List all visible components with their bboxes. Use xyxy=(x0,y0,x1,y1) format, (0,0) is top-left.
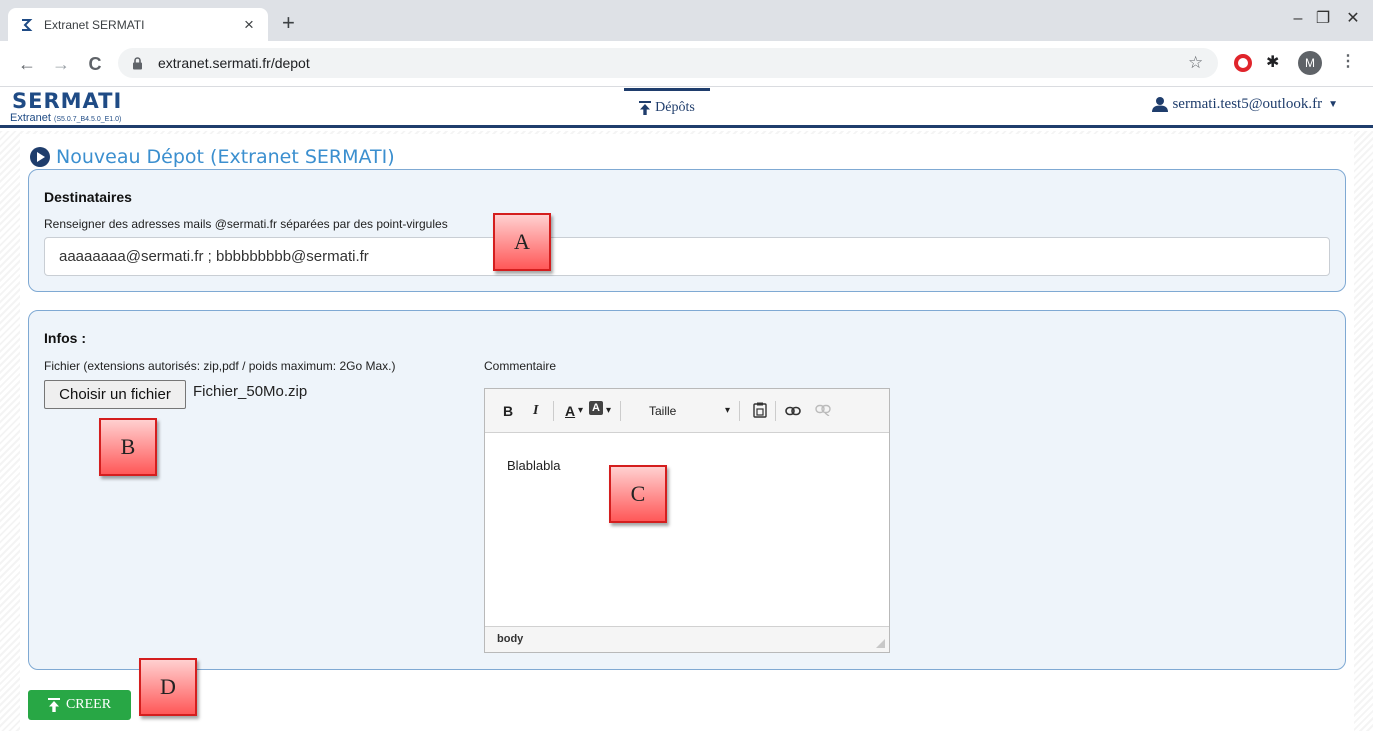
link-icon[interactable] xyxy=(785,402,801,420)
lock-icon xyxy=(132,56,146,70)
sermati-logo[interactable]: SERMATI xyxy=(12,90,122,112)
app-name: Extranet xyxy=(10,112,51,124)
new-tab-icon[interactable]: + xyxy=(282,12,295,34)
chevron-down-icon: ▾ xyxy=(606,405,612,416)
paste-icon[interactable] xyxy=(753,402,767,422)
file-label: Fichier (extensions autorisés: zip,pdf /… xyxy=(44,359,396,373)
upload-icon xyxy=(639,101,652,115)
editor-text: Blablabla xyxy=(507,458,561,473)
create-button[interactable]: CREER xyxy=(28,690,131,720)
selected-file-name: Fichier_50Mo.zip xyxy=(193,383,308,400)
callout-a: A xyxy=(493,213,551,271)
callout-d: D xyxy=(139,658,197,716)
infos-title: Infos : xyxy=(44,330,86,346)
user-icon xyxy=(1152,97,1169,112)
profile-avatar[interactable]: M xyxy=(1298,51,1322,75)
opera-extension-icon[interactable] xyxy=(1234,54,1252,72)
recipients-input[interactable] xyxy=(44,237,1330,276)
chevron-down-icon: ▾ xyxy=(578,405,584,416)
editor-content-area[interactable]: Blablabla xyxy=(485,434,889,625)
app-subtitle: Extranet (S5.0.7_B4.5.0_E1.0) xyxy=(10,112,121,124)
nav-depots-label: Dépôts xyxy=(655,100,695,115)
browser-tab[interactable]: Extranet SERMATI × xyxy=(8,8,268,41)
back-arrow-icon[interactable]: ← xyxy=(16,53,38,75)
comment-editor: B I A ▾ A ▾ Taille ▾ Blablabla body xyxy=(484,388,890,653)
url-field[interactable]: extranet.sermati.fr/depot xyxy=(118,48,1218,78)
extensions-puzzle-icon[interactable]: ✱ xyxy=(1266,53,1279,73)
tab-title: Extranet SERMATI xyxy=(44,17,145,32)
chevron-down-icon: ▾ xyxy=(725,405,731,416)
choose-file-button[interactable]: Choisir un fichier xyxy=(44,380,186,409)
italic-button[interactable]: I xyxy=(533,402,538,420)
comment-label: Commentaire xyxy=(484,359,557,373)
unlink-icon[interactable] xyxy=(815,402,831,420)
url-text: extranet.sermati.fr/depot xyxy=(158,55,310,71)
callout-c: C xyxy=(609,465,667,523)
nav-depots-link[interactable]: Dépôts xyxy=(624,88,710,125)
maximize-icon[interactable]: ❐ xyxy=(1313,9,1333,29)
upload-icon xyxy=(47,698,60,712)
browser-tab-bar: Extranet SERMATI × + – ❐ ✕ xyxy=(0,0,1373,41)
callout-b: B xyxy=(99,418,157,476)
background-color-button[interactable]: A xyxy=(589,401,603,415)
chevron-down-icon: ▼ xyxy=(1328,99,1338,110)
forward-arrow-icon[interactable]: → xyxy=(50,53,72,75)
destinataires-title: Destinataires xyxy=(44,189,132,205)
reload-icon[interactable]: C xyxy=(84,53,106,75)
editor-toolbar: B I A ▾ A ▾ Taille ▾ xyxy=(485,389,889,433)
app-version: (S5.0.7_B4.5.0_E1.0) xyxy=(54,116,122,123)
font-size-select[interactable]: Taille xyxy=(649,402,676,420)
create-button-label: CREER xyxy=(65,697,112,712)
bookmark-star-icon[interactable]: ☆ xyxy=(1188,53,1203,73)
font-color-button[interactable]: A xyxy=(565,402,575,420)
user-menu[interactable]: sermati.test5@outlook.fr ▼ xyxy=(1152,96,1338,113)
tab-close-icon[interactable]: × xyxy=(240,15,258,34)
minimize-icon[interactable]: – xyxy=(1288,9,1308,29)
page-title-text: Nouveau Dépot (Extranet SERMATI) xyxy=(56,146,395,168)
editor-statusbar: body xyxy=(485,626,889,652)
site-favicon-icon xyxy=(18,17,34,33)
site-header: SERMATI Extranet (S5.0.7_B4.5.0_E1.0) Dé… xyxy=(0,88,1373,128)
editor-element-path: body xyxy=(497,633,524,645)
destinataires-help: Renseigner des adresses mails @sermati.f… xyxy=(44,217,448,231)
play-circle-icon xyxy=(30,147,50,167)
page-title: Nouveau Dépot (Extranet SERMATI) xyxy=(30,146,395,168)
address-bar: ← → C extranet.sermati.fr/depot ☆ ✱ M ⋮ xyxy=(0,41,1373,87)
bold-button[interactable]: B xyxy=(503,402,513,420)
browser-menu-icon[interactable]: ⋮ xyxy=(1340,52,1356,72)
user-email: sermati.test5@outlook.fr xyxy=(1172,96,1323,112)
resize-handle-icon[interactable] xyxy=(876,639,885,648)
close-window-icon[interactable]: ✕ xyxy=(1343,9,1363,29)
